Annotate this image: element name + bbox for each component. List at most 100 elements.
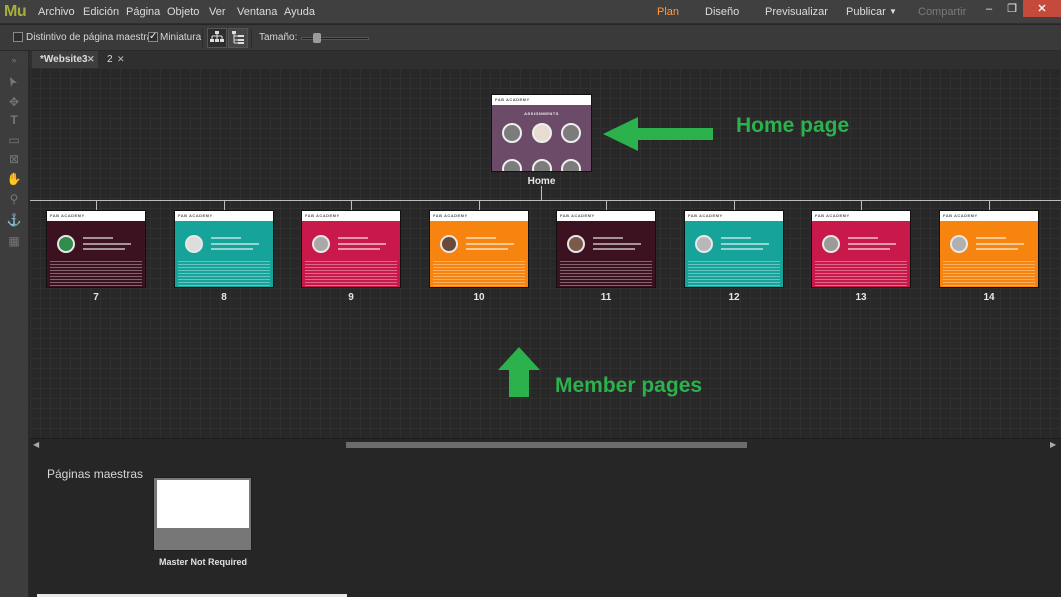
thumb-text [50, 261, 142, 287]
thumb-brand: FAB ACADEMY [685, 211, 783, 221]
mode-share-button[interactable]: Compartir [918, 6, 966, 18]
close-icon[interactable]: ✕ [1023, 0, 1061, 17]
master-page-label: Master Not Required [158, 557, 247, 567]
thumb-line [83, 248, 125, 250]
selection-tool-icon[interactable] [6, 75, 22, 89]
horizontal-tree-icon[interactable] [228, 28, 248, 48]
thumb-line [466, 248, 508, 250]
member-page-thumbnail[interactable]: FAB ACADEMY [556, 210, 656, 288]
hierarchy-connector [861, 200, 862, 210]
hierarchy-connector [541, 186, 542, 200]
thumb-image [950, 235, 968, 253]
hierarchy-connector [734, 200, 735, 210]
member-page-thumbnail[interactable]: FAB ACADEMY [46, 210, 146, 288]
member-page-label: 12 [728, 292, 740, 303]
mode-publish-button[interactable]: Publicar [846, 6, 886, 18]
chevron-down-icon[interactable]: ▼ [889, 7, 897, 16]
menu-edicion[interactable]: Edición [83, 6, 119, 18]
thumb-body [940, 221, 1038, 287]
tab-label: 2 [107, 54, 113, 65]
scroll-left-icon[interactable]: ◀ [33, 440, 39, 449]
menu-ventana[interactable]: Ventana [237, 6, 277, 18]
menu-objeto[interactable]: Objeto [167, 6, 199, 18]
thumbnail-checkbox[interactable]: ✓ [148, 32, 158, 42]
home-page-label: Home [527, 176, 556, 187]
toolbar-divider [251, 29, 252, 47]
mode-plan-button[interactable]: Plan [657, 6, 679, 18]
master-pages-title: Páginas maestras [47, 467, 144, 481]
size-label: Tamaño: [259, 32, 298, 43]
hierarchy-connector [479, 200, 480, 210]
menu-bar: Mu Archivo Edición Página Objeto Ver Ven… [0, 0, 1061, 24]
member-page-thumbnail[interactable]: FAB ACADEMY [811, 210, 911, 288]
master-badge-label: Distintivo de página maestra [26, 32, 153, 43]
menu-archivo[interactable]: Archivo [38, 6, 75, 18]
thumb-body [47, 221, 145, 287]
menu-pagina[interactable]: Página [126, 6, 160, 18]
member-page-label: 11 [600, 292, 612, 303]
tool-panel: » ✥ T ▭ ⊠ ✋ ⚲ ⚓ ▦ [0, 51, 29, 597]
fill-color-icon[interactable]: ▦ [6, 234, 22, 248]
mode-design-button[interactable]: Diseño [705, 6, 739, 18]
close-icon[interactable]: ✕ [87, 54, 95, 65]
vertical-tree-icon[interactable] [207, 28, 227, 48]
arrow-left-icon [603, 117, 713, 151]
master-badge-checkbox[interactable] [13, 32, 23, 42]
thumb-image [561, 159, 581, 171]
hand-tool-icon[interactable]: ✋ [6, 172, 22, 186]
minimize-icon[interactable]: – [977, 0, 1001, 17]
member-page-thumbnail[interactable]: FAB ACADEMY [429, 210, 529, 288]
thumb-body [430, 221, 528, 287]
rectangle-tool-icon[interactable]: ▭ [6, 133, 22, 147]
member-pages-annotation: Member pages [555, 374, 703, 397]
thumb-body [685, 221, 783, 287]
hierarchy-connector [351, 200, 352, 210]
expand-panel-icon[interactable]: » [6, 53, 22, 67]
horizontal-scrollbar[interactable]: ◀ ▶ [30, 438, 1061, 450]
site-plan-canvas[interactable]: FAB ACADEMY ASSIGNMENTS Home FAB ACADEMY… [30, 68, 1061, 438]
thumb-line [593, 248, 635, 250]
member-page-thumbnail[interactable]: FAB ACADEMY [939, 210, 1039, 288]
home-page-thumbnail[interactable]: FAB ACADEMY ASSIGNMENTS [491, 94, 592, 172]
thumb-line [83, 243, 131, 245]
thumbnail-label: Miniatura [160, 32, 202, 43]
tab-2[interactable]: 2 ✕ [99, 51, 129, 68]
close-icon[interactable]: ✕ [117, 54, 125, 65]
thumb-line [593, 243, 641, 245]
thumb-text [560, 261, 652, 287]
thumb-text [688, 261, 780, 287]
thumb-text [178, 261, 270, 287]
size-slider-track[interactable] [301, 37, 369, 40]
member-page-thumbnail[interactable]: FAB ACADEMY [174, 210, 274, 288]
zoom-tool-icon[interactable]: ⚲ [6, 192, 22, 206]
thumb-body [302, 221, 400, 287]
text-tool-icon[interactable]: T [6, 113, 22, 127]
thumb-heading: ASSIGNMENTS [524, 111, 559, 116]
thumb-brand: FAB ACADEMY [557, 211, 655, 221]
scrollbar-thumb[interactable] [346, 442, 747, 448]
muse-window: Mu Archivo Edición Página Objeto Ver Ven… [0, 0, 1061, 597]
maximize-icon[interactable]: ❐ [1000, 0, 1024, 17]
muse-logo: Mu [4, 3, 27, 20]
thumb-brand: FAB ACADEMY [47, 211, 145, 221]
size-slider-thumb[interactable] [313, 33, 321, 43]
mode-preview-button[interactable]: Previsualizar [765, 6, 828, 18]
member-page-thumbnail[interactable]: FAB ACADEMY [684, 210, 784, 288]
menu-ayuda[interactable]: Ayuda [284, 6, 315, 18]
thumb-text [433, 261, 525, 287]
thumb-line [721, 237, 751, 239]
thumb-text [943, 261, 1035, 287]
master-page-preview [157, 480, 249, 528]
scroll-right-icon[interactable]: ▶ [1050, 440, 1056, 449]
crop-tool-icon[interactable]: ✥ [6, 95, 22, 109]
menu-ver[interactable]: Ver [209, 6, 226, 18]
hierarchy-connector [989, 200, 990, 210]
thumb-image [312, 235, 330, 253]
anchor-tool-icon[interactable]: ⚓ [6, 213, 22, 227]
hierarchy-connector [606, 200, 607, 210]
image-frame-tool-icon[interactable]: ⊠ [6, 152, 22, 166]
master-page-thumbnail[interactable] [153, 477, 252, 551]
member-page-thumbnail[interactable]: FAB ACADEMY [301, 210, 401, 288]
thumb-body [175, 221, 273, 287]
tab-website3[interactable]: *Website3 ✕ [32, 51, 98, 68]
